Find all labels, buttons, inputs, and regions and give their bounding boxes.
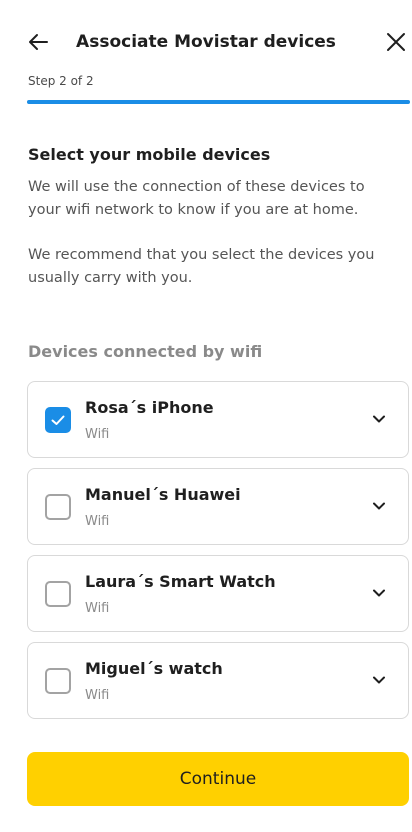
close-button[interactable] xyxy=(384,30,408,54)
chevron-down-icon xyxy=(373,589,385,597)
chevron-down-icon[interactable] xyxy=(370,671,388,689)
chevron-down-icon[interactable] xyxy=(370,410,388,428)
close-icon xyxy=(387,33,405,51)
checkmark-icon xyxy=(51,415,65,425)
step-indicator: Step 2 of 2 xyxy=(28,74,94,88)
device-name: Rosa´s iPhone xyxy=(85,398,214,417)
progress-bar-fill xyxy=(27,100,410,104)
device-card[interactable]: Miguel´s watch Wifi xyxy=(27,642,409,719)
device-name: Miguel´s watch xyxy=(85,659,223,678)
chevron-down-icon[interactable] xyxy=(370,584,388,602)
progress-bar xyxy=(27,100,410,104)
device-checkbox[interactable] xyxy=(45,581,71,607)
device-list: Rosa´s iPhone Wifi Manuel´s Huawei Wifi … xyxy=(27,381,409,729)
device-card[interactable]: Manuel´s Huawei Wifi xyxy=(27,468,409,545)
app-header: Associate Movistar devices xyxy=(0,0,412,80)
device-connection-type: Wifi xyxy=(85,601,110,616)
device-checkbox[interactable] xyxy=(45,407,71,433)
chevron-down-icon[interactable] xyxy=(370,497,388,515)
page-title: Associate Movistar devices xyxy=(76,32,336,52)
chevron-down-icon xyxy=(373,676,385,684)
device-checkbox[interactable] xyxy=(45,494,71,520)
chevron-down-icon xyxy=(373,415,385,423)
section-title: Select your mobile devices xyxy=(28,145,271,164)
devices-heading: Devices connected by wifi xyxy=(28,342,263,361)
device-card[interactable]: Rosa´s iPhone Wifi xyxy=(27,381,409,458)
device-name: Laura´s Smart Watch xyxy=(85,572,276,591)
device-connection-type: Wifi xyxy=(85,427,110,442)
chevron-down-icon xyxy=(373,502,385,510)
recommendation-text: We recommend that you select the devices… xyxy=(28,247,375,286)
device-checkbox[interactable] xyxy=(45,668,71,694)
back-button[interactable] xyxy=(26,30,50,54)
device-card[interactable]: Laura´s Smart Watch Wifi xyxy=(27,555,409,632)
continue-button[interactable]: Continue xyxy=(27,752,409,806)
device-connection-type: Wifi xyxy=(85,514,110,529)
description-text: We will use the connection of these devi… xyxy=(28,179,365,218)
arrow-left-icon xyxy=(29,34,48,50)
device-connection-type: Wifi xyxy=(85,688,110,703)
device-name: Manuel´s Huawei xyxy=(85,485,241,504)
